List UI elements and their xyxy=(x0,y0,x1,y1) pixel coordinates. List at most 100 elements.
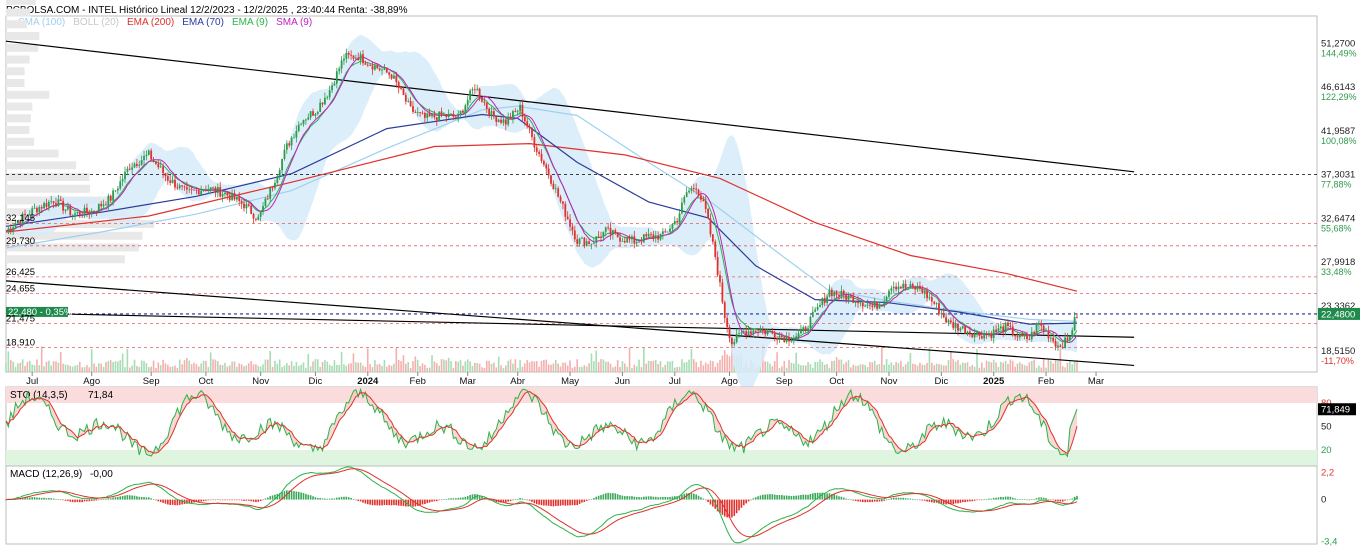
candle-body xyxy=(771,331,774,334)
candle-body xyxy=(314,113,317,116)
volume-bar xyxy=(892,364,895,372)
volume-bar xyxy=(81,367,83,372)
volume-bar xyxy=(316,359,319,372)
legend-item-2: EMA (200) xyxy=(127,17,174,28)
macd-bar xyxy=(364,499,367,504)
candle-body xyxy=(155,161,157,164)
candle-body xyxy=(119,181,122,189)
volume-bar xyxy=(345,365,348,372)
volume-bar xyxy=(712,361,714,372)
macd-bar xyxy=(43,497,45,500)
volume-bar xyxy=(507,360,509,372)
macd-bar xyxy=(721,499,724,515)
pct-tick-4: 55,68% xyxy=(1321,223,1352,233)
volume-bar xyxy=(954,361,957,372)
candle-body xyxy=(642,234,645,243)
macd-bar xyxy=(621,495,624,500)
candle-body xyxy=(795,336,798,339)
time-tick-4: Nov xyxy=(252,376,269,387)
candle-body xyxy=(345,52,348,59)
time-tick-7: Feb xyxy=(410,376,426,387)
candle-body xyxy=(797,333,800,337)
candle-body xyxy=(157,163,160,168)
candle-body xyxy=(190,189,193,191)
volume-bar xyxy=(255,364,257,372)
volume-bar xyxy=(1028,362,1031,372)
candle-body xyxy=(531,128,533,138)
macd-bar xyxy=(707,499,709,503)
macd-bar xyxy=(59,499,62,500)
volume-bar xyxy=(133,359,136,372)
candle-body xyxy=(74,213,76,215)
candle-body xyxy=(585,241,588,246)
volume-bar xyxy=(976,349,978,372)
candle-body xyxy=(757,331,759,333)
volume-bar xyxy=(148,367,150,372)
volume-bar xyxy=(997,367,1000,372)
volume-bar xyxy=(350,363,352,372)
volume-bar xyxy=(7,351,10,372)
volume-bar xyxy=(690,349,693,372)
candle-body xyxy=(923,290,926,294)
candle-body xyxy=(166,176,169,181)
volume-bar xyxy=(338,365,340,372)
candle-body xyxy=(321,102,324,105)
volume-bar xyxy=(155,367,157,372)
candle-body xyxy=(731,338,733,345)
macd-bar xyxy=(757,496,759,500)
macd-bar xyxy=(869,499,871,503)
volume-bar xyxy=(312,361,314,372)
volume-bar xyxy=(897,363,900,372)
candle-body xyxy=(366,64,369,66)
macd-bar xyxy=(255,499,257,503)
volume-bar xyxy=(45,361,48,372)
macd-bar xyxy=(435,499,438,502)
volume-bar xyxy=(950,351,952,372)
volume-bar xyxy=(797,363,800,372)
candle-body xyxy=(681,202,683,214)
volume-bar xyxy=(971,365,974,372)
volume-bar xyxy=(62,363,64,372)
volume-bar xyxy=(650,361,652,372)
candle-body xyxy=(683,196,686,203)
candle-body xyxy=(193,189,195,191)
macd-bar xyxy=(162,499,164,503)
macd-bar xyxy=(233,499,236,501)
volume-bar xyxy=(671,360,674,372)
macd-bar xyxy=(88,499,91,502)
candle-body xyxy=(747,331,750,336)
candle-body xyxy=(464,105,467,113)
candle-body xyxy=(947,320,950,323)
macd-bar xyxy=(33,497,36,500)
candle-body xyxy=(214,187,217,193)
volume-bar xyxy=(961,362,964,372)
macd-bar xyxy=(245,499,248,501)
macd-bar xyxy=(447,498,450,500)
macd-bar xyxy=(735,499,738,514)
candle-body xyxy=(307,117,310,120)
volume-bar xyxy=(407,362,410,372)
candle-body xyxy=(1030,331,1033,340)
candle-body xyxy=(257,216,260,220)
candle-body xyxy=(990,333,993,339)
volume-bar xyxy=(424,364,426,372)
volume-bar xyxy=(831,360,833,372)
candle-body xyxy=(159,166,162,168)
candle-body xyxy=(145,154,148,157)
volume-bar xyxy=(940,364,943,372)
candle-body xyxy=(776,338,779,340)
candle-body xyxy=(435,117,438,121)
volume-bar xyxy=(169,366,172,372)
volume-bar xyxy=(559,366,562,372)
candle-body xyxy=(554,188,557,190)
candle-body xyxy=(976,332,978,334)
volume-bar xyxy=(857,365,859,372)
volume-bar xyxy=(295,361,298,372)
macd-bar xyxy=(328,498,331,500)
macd-bar xyxy=(612,493,614,500)
candle-body xyxy=(1021,334,1024,337)
volume-bar xyxy=(947,360,950,372)
macd-bar xyxy=(366,499,369,505)
macd-bar xyxy=(876,499,878,502)
macd-bar xyxy=(881,499,883,502)
